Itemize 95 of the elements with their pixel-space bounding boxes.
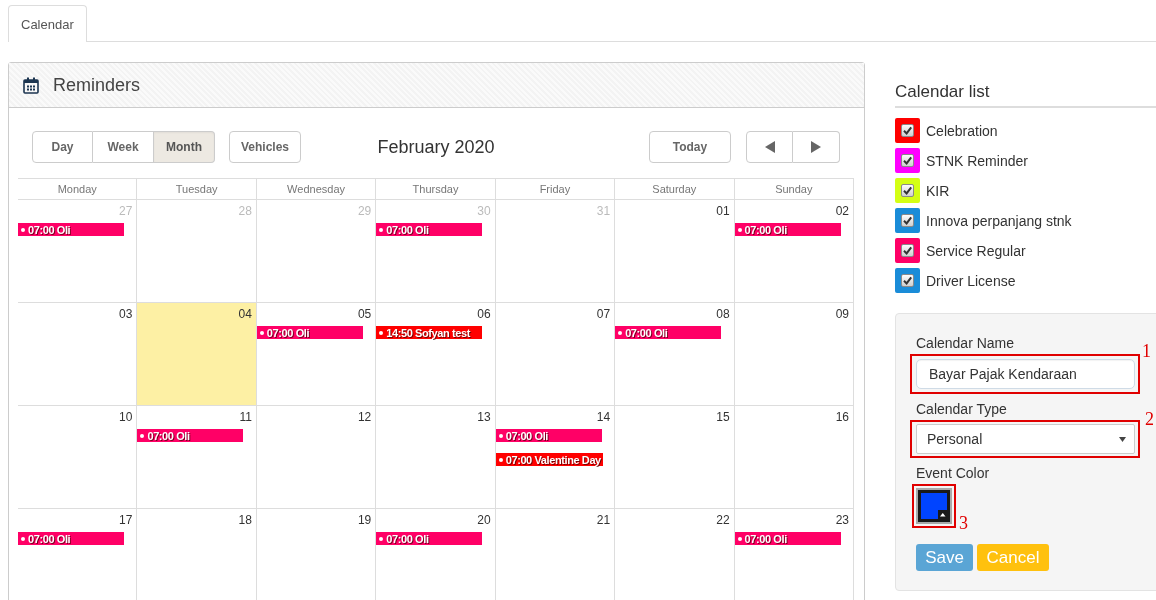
dot-icon (140, 433, 145, 438)
dot-icon (498, 433, 503, 438)
view-button[interactable]: Month (154, 131, 215, 163)
day-number: 22 (716, 512, 731, 528)
dot-icon (379, 227, 384, 232)
calendar-name: KIR (926, 182, 950, 199)
view-button[interactable]: Week (93, 131, 154, 163)
calendar-name: STNK Reminder (926, 152, 1028, 169)
save-button[interactable]: Save (916, 544, 973, 571)
checkbox[interactable] (901, 184, 914, 197)
view-button[interactable]: Day (32, 131, 93, 163)
field-label: Event Color (916, 464, 990, 483)
field-label: Calendar Name (916, 334, 1015, 353)
day-number: 05 (357, 306, 373, 322)
day-number: 28 (238, 203, 253, 219)
field-label: Calendar Type (916, 400, 1007, 419)
dot-icon (737, 536, 742, 541)
day-number: 23 (835, 512, 850, 528)
weekday-header: Friday (495, 179, 616, 200)
checkbox[interactable] (901, 124, 914, 137)
checkbox[interactable] (901, 274, 914, 287)
event-chip[interactable]: 07:00 Oli (734, 223, 841, 236)
event-chip[interactable]: 07:00 Oli (376, 532, 483, 545)
event-chip[interactable]: 07:00 Oli (18, 532, 124, 545)
checkbox[interactable] (901, 214, 914, 227)
day-number: 03 (119, 306, 134, 322)
caret-icon (1119, 436, 1126, 442)
day-number: 09 (835, 306, 850, 322)
day-number: 21 (596, 512, 612, 528)
day-number: 04 (238, 306, 253, 322)
left-triangle-icon (764, 141, 775, 153)
annotation-number: 1 (1142, 342, 1151, 360)
text-field[interactable]: Bayar Pajak Kendaraan (916, 359, 1135, 389)
dropdown[interactable]: Personal (916, 424, 1135, 454)
calendar-name: Innova perpanjang stnk (926, 212, 1072, 229)
month-title: February 2020 (377, 136, 495, 158)
dot-icon (21, 536, 25, 541)
day-number: 13 (477, 409, 492, 425)
today-button[interactable]: Today (649, 131, 731, 163)
vehicles-button[interactable]: Vehicles (229, 131, 301, 163)
event-chip[interactable]: 07:00 Oli (18, 223, 124, 236)
event-chip[interactable]: 07:00 Oli (376, 223, 483, 236)
calendar-name: Service Regular (926, 242, 1026, 259)
weekday-header: Tuesday (137, 179, 257, 200)
event-chip[interactable]: 07:00 Oli (615, 326, 722, 339)
event-chip[interactable]: 07:00 Oli (734, 532, 841, 545)
checkbox[interactable] (901, 244, 914, 257)
day-number: 17 (119, 512, 134, 528)
weekday-header: Monday (18, 179, 138, 200)
day-number: 31 (596, 203, 612, 219)
day-number: 14 (596, 409, 612, 425)
day-number: 15 (716, 409, 731, 425)
calendar-icon (23, 76, 39, 94)
event-chip[interactable]: 07:00 Oli (256, 326, 363, 339)
day-number: 10 (119, 409, 134, 425)
tab[interactable]: Calendar (8, 5, 87, 42)
event-chip[interactable]: 14:50 Sofyan test (376, 326, 483, 339)
dot-icon (21, 227, 25, 232)
weekday-header: Saturday (615, 179, 735, 200)
day-number: 19 (357, 512, 373, 528)
day-number: 07 (596, 306, 612, 322)
weekday-header: Sunday (734, 179, 854, 200)
calendar-name: Driver License (926, 272, 1016, 289)
day-number: 12 (357, 409, 373, 425)
event-chip[interactable]: 07:00 Oli (137, 429, 244, 442)
section-title: Calendar list (895, 80, 1156, 108)
dot-icon (618, 330, 623, 335)
day-number: 11 (239, 409, 253, 425)
dot-icon (259, 330, 264, 335)
day-number: 16 (835, 409, 850, 425)
day-number: 02 (835, 203, 850, 219)
previous-button[interactable] (746, 131, 793, 163)
checkbox[interactable] (901, 154, 914, 167)
day-number: 20 (477, 512, 492, 528)
event-chip[interactable]: 07:00 Oli (495, 429, 602, 442)
day-number: 01 (716, 203, 731, 219)
day-number: 18 (238, 512, 253, 528)
calendar-name: Celebration (926, 122, 998, 139)
day-number: 27 (119, 203, 134, 219)
day-number: 30 (477, 203, 492, 219)
dot-icon (737, 227, 742, 232)
weekday-header: Wednesday (256, 179, 377, 200)
event-chip[interactable]: 07:00 Valentine Day (495, 453, 603, 466)
day-number: 06 (477, 306, 492, 322)
day-number: 29 (357, 203, 373, 219)
day-number: 08 (716, 306, 731, 322)
dot-icon (379, 330, 384, 335)
annotation-number: 2 (1145, 410, 1154, 428)
dot-icon (379, 536, 384, 541)
weekday-header: Thursday (376, 179, 496, 200)
dot-icon (498, 457, 503, 462)
right-triangle-icon (811, 141, 821, 153)
annotation-number: 3 (959, 514, 968, 532)
panel-title: Reminders (53, 74, 141, 96)
next-button[interactable] (793, 131, 840, 163)
